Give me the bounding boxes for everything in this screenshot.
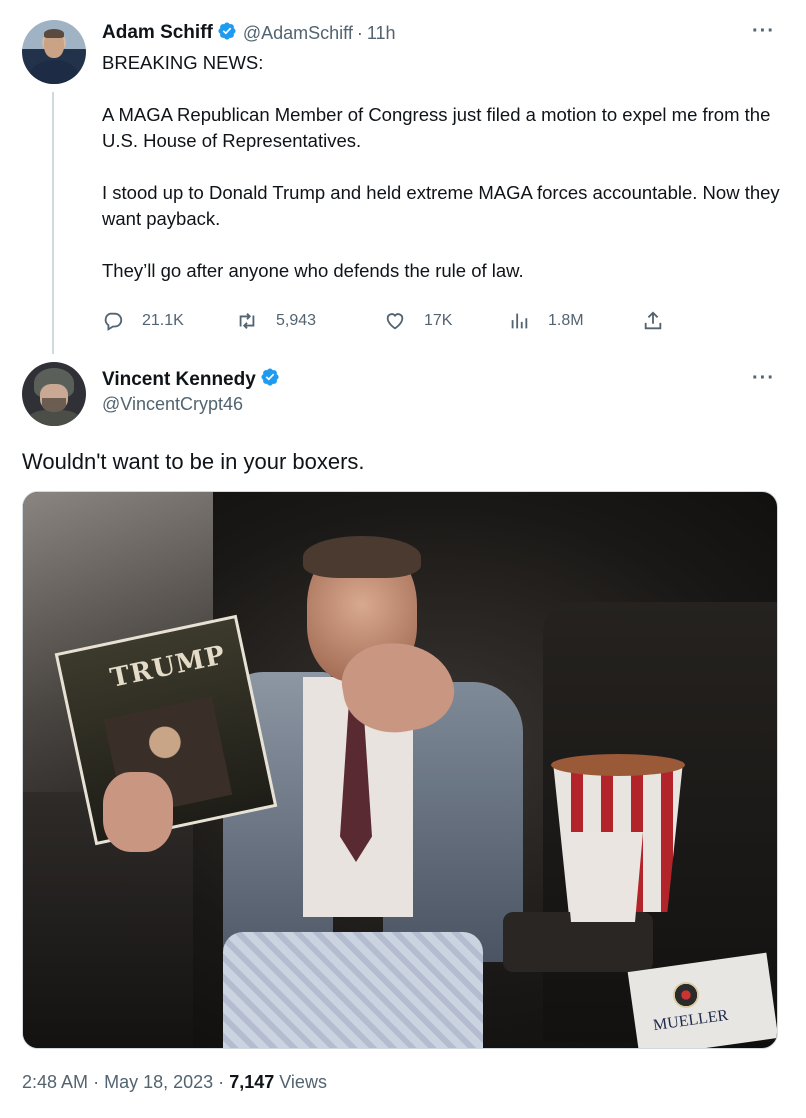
- drink-cup: [563, 832, 643, 922]
- like-icon: [386, 313, 404, 330]
- chicken-bucket-top: [551, 754, 685, 776]
- tweet-text-line: I stood up to Donald Trump and held extr…: [102, 182, 780, 229]
- more-icon[interactable]: ···: [752, 367, 775, 390]
- avatar-hair: [44, 29, 64, 38]
- tweet-footer: 2:48 AM · May 18, 2023 · 7,147 Views: [22, 1072, 327, 1093]
- hand-holding-book: [103, 772, 173, 852]
- reply-text: Wouldn't want to be in your boxers.: [22, 449, 365, 474]
- reply-header: Vincent Kennedy: [102, 367, 280, 392]
- reply-count: 21.1K: [142, 312, 184, 329]
- avatar-adam-schiff[interactable]: [22, 20, 86, 84]
- boxers: [223, 932, 483, 1048]
- footer-time[interactable]: 2:48 AM: [22, 1072, 88, 1092]
- tweet-text-line: A MAGA Republican Member of Congress jus…: [102, 104, 771, 151]
- separator: ·: [218, 1072, 225, 1092]
- tweet-header: Adam Schiff @AdamSchiff · 11h: [102, 20, 396, 46]
- man-hair: [303, 536, 421, 578]
- separator: ·: [93, 1072, 100, 1092]
- tweet-time[interactable]: 11h: [367, 23, 396, 44]
- avatar-beard: [42, 398, 66, 412]
- footer-views-count: 7,147: [229, 1072, 275, 1092]
- views-count: 1.8M: [548, 312, 584, 329]
- avatar-body: [28, 410, 80, 426]
- tweet-actions: 21.1K 5,943 17K 1.8M: [102, 306, 682, 336]
- author-handle[interactable]: @AdamSchiff: [243, 23, 353, 44]
- seal-icon: [673, 982, 699, 1008]
- share-button[interactable]: [642, 306, 682, 336]
- tweet-text-line: They’ll go after anyone who defends the …: [102, 260, 524, 281]
- like-button[interactable]: 17K: [384, 306, 452, 336]
- thread-line: [52, 92, 54, 354]
- verified-badge-icon: [217, 21, 237, 46]
- share-icon: [644, 311, 662, 330]
- tweet-text: BREAKING NEWS: A MAGA Republican Member …: [102, 50, 782, 284]
- reply-author-name[interactable]: Vincent Kennedy: [102, 369, 256, 391]
- verified-badge-icon: [260, 367, 280, 392]
- reply-author-handle[interactable]: @VincentCrypt46: [102, 394, 243, 415]
- views-button[interactable]: 1.8M: [508, 306, 584, 336]
- retweet-button[interactable]: 5,943: [236, 306, 316, 336]
- separator: ·: [356, 22, 363, 43]
- retweet-count: 5,943: [276, 312, 317, 329]
- avatar-vincent-kennedy[interactable]: [22, 362, 86, 426]
- footer-views-label: Views: [279, 1072, 327, 1092]
- author-name[interactable]: Adam Schiff: [102, 22, 213, 44]
- tweet-text-line: BREAKING NEWS:: [102, 52, 264, 73]
- views-icon: [511, 313, 528, 329]
- more-icon[interactable]: ···: [752, 20, 775, 43]
- avatar-shoulders: [30, 60, 78, 84]
- like-count: 17K: [424, 312, 453, 329]
- reply-button[interactable]: 21.1K: [102, 306, 184, 336]
- reply-media-image[interactable]: TRUMP MUELLER: [22, 491, 778, 1049]
- footer-date[interactable]: May 18, 2023: [104, 1072, 213, 1092]
- retweet-icon: [239, 313, 255, 329]
- reply-icon: [104, 312, 123, 331]
